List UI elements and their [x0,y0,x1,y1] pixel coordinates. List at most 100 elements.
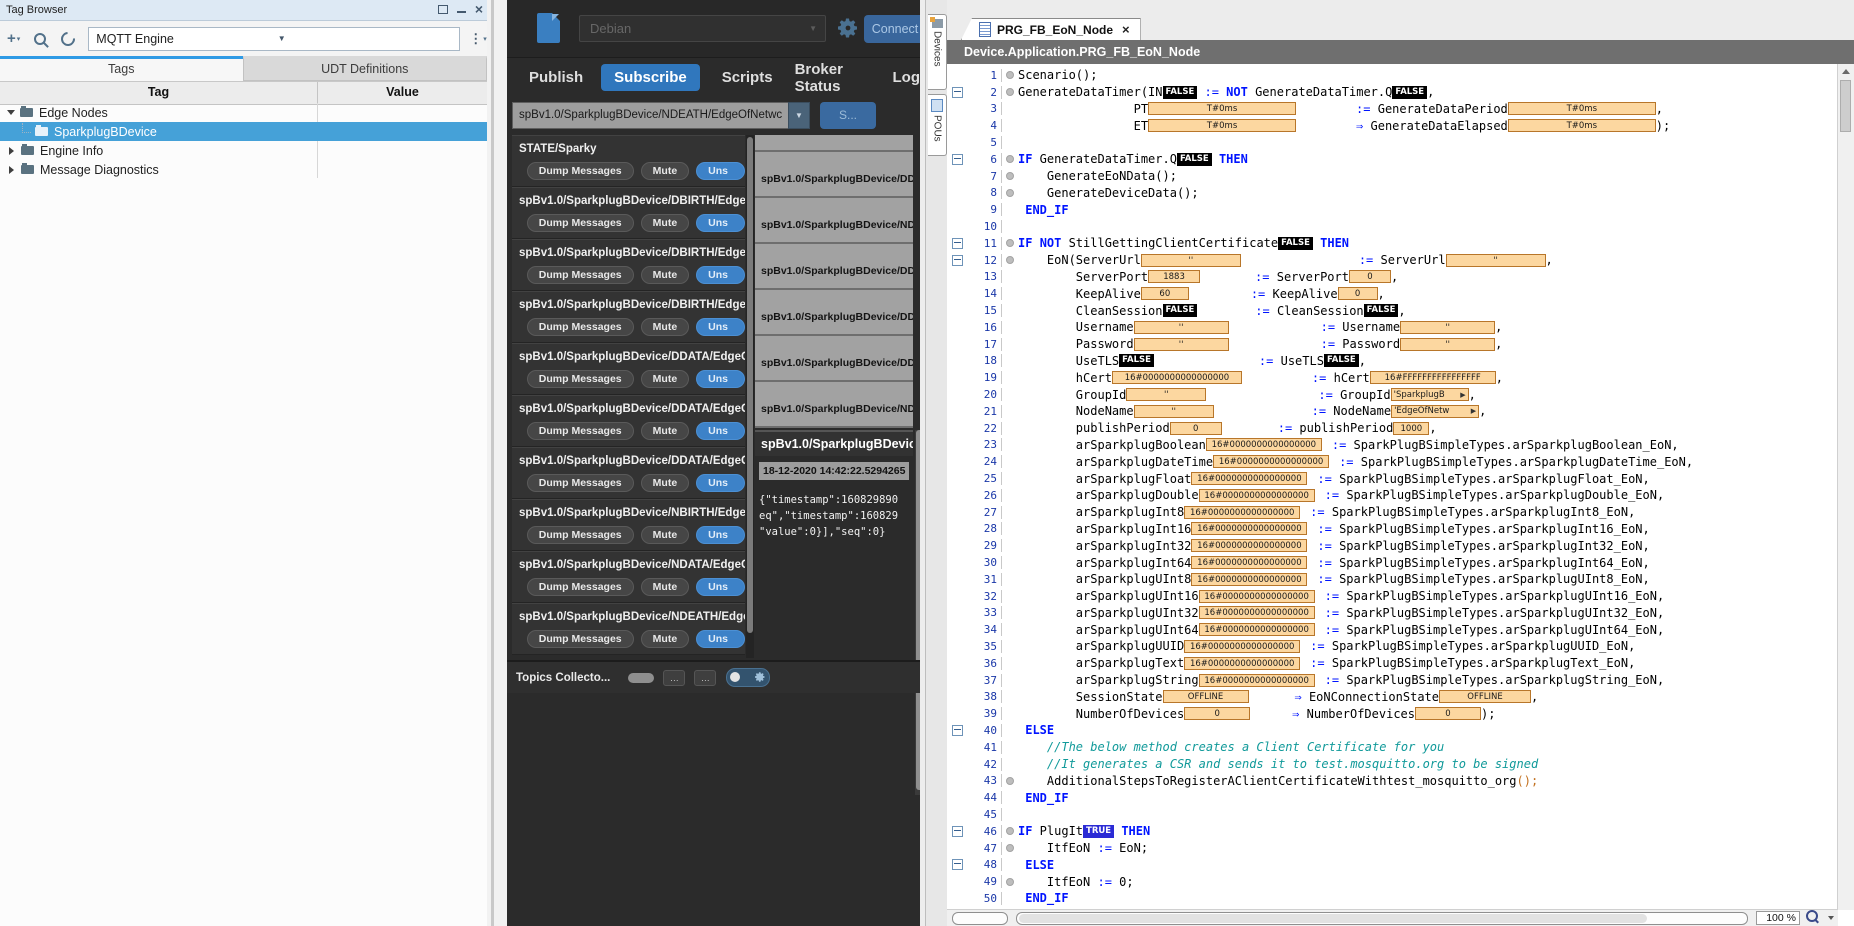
incoming-row[interactable]: spBv1.0/SparkplugBDevice/DDAT [755,336,913,382]
breakpoint-column[interactable] [1002,239,1018,247]
dump-messages-button[interactable]: Dump Messages [527,318,634,336]
breakpoint-column[interactable] [1002,256,1018,264]
collector-toggle[interactable] [726,668,770,687]
breakpoint-column[interactable] [1002,88,1018,96]
breakpoint-dot-icon[interactable] [1006,189,1014,197]
tree-row-edge-nodes[interactable]: Edge Nodes [0,103,487,122]
nav-tab-log[interactable]: Log [893,69,921,86]
restore-icon[interactable] [438,5,448,14]
search-icon[interactable] [34,33,46,45]
minimize-icon[interactable] [457,11,466,13]
chevron-down-icon[interactable]: ▼ [271,34,460,43]
fold-collapse-icon[interactable] [952,725,963,736]
breakpoint-dot-icon[interactable] [1006,777,1014,785]
fold-collapse-icon[interactable] [952,87,963,98]
tag-browser-titlebar[interactable]: Tag Browser × [0,0,487,21]
dump-messages-button[interactable]: Dump Messages [527,630,634,648]
incoming-row[interactable]: spBv1.0/SparkplugBDevice/DDAT [755,152,913,198]
tab-udt-definitions[interactable]: UDT Definitions [243,56,488,81]
breakpoint-dot-icon[interactable] [1006,827,1014,835]
breakpoint-dot-icon[interactable] [1006,88,1014,96]
fold-collapse-icon[interactable] [952,859,963,870]
expand-icon[interactable] [9,166,14,174]
dump-messages-button[interactable]: Dump Messages [527,370,634,388]
tab-tags[interactable]: Tags [0,56,243,81]
scrollbar-segment[interactable] [952,912,1008,925]
subscribe-button[interactable]: S... [820,102,876,129]
tag-provider-combobox[interactable]: MQTT Engine ▼ [88,27,460,51]
breakpoint-dot-icon[interactable] [1006,155,1014,163]
breakpoint-column[interactable] [1002,827,1018,835]
unsubscribe-button[interactable]: Uns [696,370,745,388]
breakpoint-column[interactable] [1002,71,1018,79]
unsubscribe-button[interactable]: Uns [696,266,745,284]
scrollbar-thumb[interactable] [1019,914,1647,923]
unsubscribe-button[interactable]: Uns [696,578,745,596]
breakpoint-dot-icon[interactable] [1006,71,1014,79]
refresh-icon[interactable] [58,29,78,49]
dump-messages-button[interactable]: Dump Messages [527,214,634,232]
connect-button[interactable]: Connect [864,15,920,43]
gear-icon[interactable] [836,16,860,40]
mute-button[interactable]: Mute [641,370,690,388]
subscription-row[interactable]: spBv1.0/SparkplugBDevice/DBIRTH/EdgeOfNe… [512,187,745,239]
nav-tab-broker-status[interactable]: Broker Status [795,61,871,95]
subscription-row[interactable]: spBv1.0/SparkplugBDevice/NDATA/EdgeOfNet… [512,551,745,603]
unsubscribe-button[interactable]: Uns [696,162,745,180]
dump-messages-button[interactable]: Dump Messages [527,526,634,544]
message-timestamp[interactable]: 18-12-2020 14:42:22.5294265 [759,462,909,480]
subscription-row[interactable]: spBv1.0/SparkplugBDevice/DBIRTH/EdgeOfNe… [512,291,745,343]
mute-button[interactable]: Mute [641,266,690,284]
scroll-up-icon[interactable] [1838,64,1854,78]
fold-collapse-icon[interactable] [952,238,963,249]
panel-splitter[interactable] [487,0,507,926]
fold-collapse-icon[interactable] [952,255,963,266]
unsubscribe-button[interactable]: Uns [696,526,745,544]
mute-button[interactable]: Mute [641,318,690,336]
breakpoint-column[interactable] [1002,172,1018,180]
message-topic-header[interactable]: spBv1.0/SparkplugBDevice. [755,430,913,456]
collapse-icon[interactable] [7,110,15,115]
dock-tab-pous[interactable]: POUs [928,94,947,156]
subscription-row[interactable]: spBv1.0/SparkplugBDevice/NBIRTH/EdgeOfNe… [512,499,745,551]
mute-button[interactable]: Mute [641,526,690,544]
mute-button[interactable]: Mute [641,214,690,232]
tab-close-icon[interactable]: × [1122,25,1130,35]
unsubscribe-button[interactable]: Uns [696,422,745,440]
breakpoint-dot-icon[interactable] [1006,256,1014,264]
subscription-row[interactable]: STATE/SparkyDump MessagesMuteUns [512,135,745,187]
mute-button[interactable]: Mute [641,630,690,648]
expand-arrow-icon[interactable]: ▶ [1460,389,1465,401]
dump-messages-button[interactable]: Dump Messages [527,162,634,180]
subscription-scrollbar[interactable] [746,135,754,658]
incoming-row[interactable]: spBv1.0/SparkplugBDevice/NDAT [755,198,913,244]
breakpoint-column[interactable] [1002,189,1018,197]
breakpoint-dot-icon[interactable] [1006,878,1014,886]
tree-row-engine-info[interactable]: Engine Info [0,141,487,160]
topic-combobox-arrow-icon[interactable]: ▼ [788,102,810,129]
mute-button[interactable]: Mute [641,162,690,180]
zoom-magnifier-icon[interactable] [1806,910,1818,922]
breakpoint-dot-icon[interactable] [1006,239,1014,247]
fold-collapse-icon[interactable] [952,826,963,837]
profile-file-icon[interactable] [537,13,560,43]
profile-combobox[interactable]: Debian ▼ [579,15,826,42]
unsubscribe-button[interactable]: Uns [696,318,745,336]
breakpoint-dot-icon[interactable] [1006,172,1014,180]
subscription-row[interactable]: spBv1.0/SparkplugBDevice/NDEATH/EdgeOfNe… [512,603,745,655]
mute-button[interactable]: Mute [641,422,690,440]
breakpoint-column[interactable] [1002,878,1018,886]
incoming-row[interactable]: spBv1.0/SparkplugBDevice/NDEA [755,382,913,428]
scrollbar-track[interactable] [1016,912,1748,925]
zoom-dropdown-icon[interactable] [1828,916,1834,920]
incoming-row[interactable]: spBv1.0/SparkplugBDevice/DDAT [755,244,913,290]
editor-vertical-scrollbar[interactable] [1837,64,1854,910]
code-editor[interactable]: 1Scenario();2GenerateDataTimer(INFALSE :… [947,64,1838,910]
kebab-menu-icon[interactable]: ⋮ [469,31,482,47]
dump-messages-button[interactable]: Dump Messages [527,266,634,284]
breakpoint-dot-icon[interactable] [1006,844,1014,852]
subscription-row[interactable]: spBv1.0/SparkplugBDevice/DBIRTH/EdgeOfNe… [512,239,745,291]
subscription-row[interactable]: spBv1.0/SparkplugBDevice/DDATA/EdgeOfNet… [512,343,745,395]
collector-more-button-2[interactable]: … [694,670,716,686]
nav-tab-publish[interactable]: Publish [529,69,583,86]
